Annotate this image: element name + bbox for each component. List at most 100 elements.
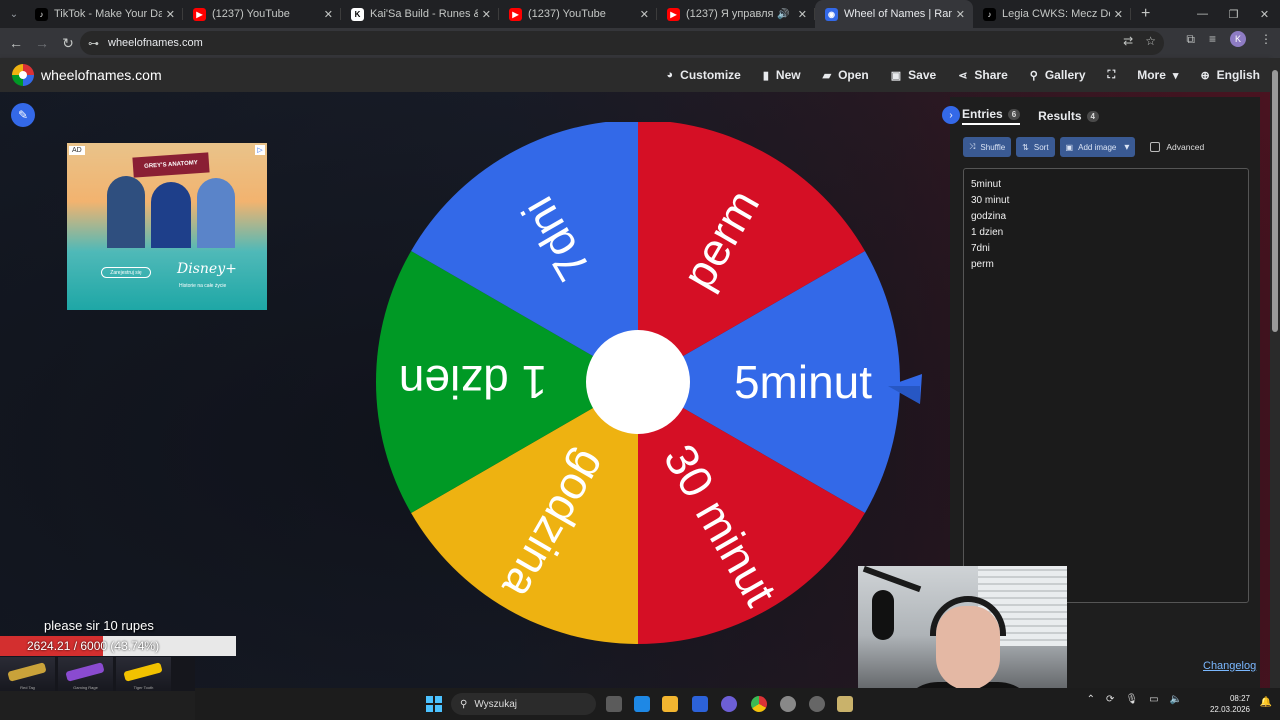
advanced-label: Advanced <box>1166 142 1205 152</box>
maximize-icon[interactable]: ❐ <box>1218 0 1249 28</box>
menu-item-english[interactable]: ⊕ English <box>1200 68 1260 82</box>
site-brand[interactable]: wheelofnames.com <box>41 67 162 83</box>
mic-icon[interactable]: 🎙 <box>1125 694 1138 705</box>
chevron-up-icon[interactable]: ⌃ <box>1087 694 1095 705</box>
notification-bell-icon[interactable]: 🔔 <box>1260 697 1272 708</box>
ad-cta-button[interactable]: Zarejestruj się <box>101 267 151 278</box>
ad-person <box>197 178 235 248</box>
tab-title: (1237) Я управлял бандой фа <box>686 8 774 20</box>
reload-icon[interactable]: ↻ <box>56 31 80 55</box>
volume-icon[interactable]: 🔈 <box>1170 694 1182 705</box>
tab-entries[interactable]: Entries 6 <box>962 107 1021 125</box>
menu-item-fullscreen[interactable]: ⛶ <box>1108 69 1116 82</box>
back-icon[interactable]: ← <box>4 31 28 55</box>
browser-tab[interactable]: K Kai'Sa Build - Runes & Items P ✕ <box>341 0 499 28</box>
tab-title: (1237) YouTube <box>528 8 606 20</box>
search-icon: ⚲ <box>460 698 468 710</box>
clock[interactable]: 08:27 22.03.2026 <box>1210 693 1250 715</box>
weapon-skin <box>123 662 163 682</box>
discord-icon[interactable] <box>721 696 737 712</box>
page-scrollbar[interactable] <box>1270 58 1280 688</box>
advertisement[interactable]: AD ▷ GREY'S ANATOMY Zarejestruj się Disn… <box>67 143 267 310</box>
advanced-checkbox[interactable]: Advanced <box>1150 142 1204 152</box>
translate-icon[interactable]: ⇄ <box>1123 34 1133 48</box>
browser-menu-icon[interactable]: ⋮ <box>1260 32 1272 46</box>
collapse-panel-button[interactable]: › <box>942 106 960 124</box>
browser-tab[interactable]: ▶ (1237) Я управлял бандой фа🔊 ✕ <box>657 0 815 28</box>
shuffle-button[interactable]: ⤨ Shuffle <box>963 137 1012 157</box>
sort-button[interactable]: ⇅ Sort <box>1016 137 1055 157</box>
bookmark-star-icon[interactable]: ☆ <box>1145 34 1156 48</box>
changelog-link[interactable]: Changelog <box>1203 660 1256 672</box>
menu-item-customize[interactable]: ◕ Customize <box>667 68 741 82</box>
network-icon[interactable]: ▭ <box>1149 694 1158 705</box>
menu-item-share[interactable]: ⋖ Share <box>958 68 1008 82</box>
ad-label: AD <box>69 146 85 155</box>
tab-close-icon[interactable]: ✕ <box>1114 8 1123 21</box>
address-bar[interactable]: ⊶ wheelofnames.com ⇄ ☆ <box>80 31 1164 55</box>
app-icon[interactable] <box>809 696 825 712</box>
site-info-icon[interactable]: ⊶ <box>88 37 99 50</box>
skin-card: Red Tag <box>0 657 55 691</box>
menu-item-more[interactable]: More ▾ <box>1137 68 1178 82</box>
forward-icon[interactable]: → <box>30 31 54 55</box>
entry-line: perm <box>971 259 994 270</box>
tab-close-icon[interactable]: ✕ <box>956 8 965 21</box>
skin-name: Red Tag <box>20 685 35 690</box>
chrome-icon[interactable] <box>751 696 767 712</box>
skin-card: Gaming Rage <box>58 657 113 691</box>
browser-tab[interactable]: ♪ TikTok - Make Your Day ✕ <box>25 0 183 28</box>
tab-title: Kai'Sa Build - Runes & Items P <box>370 8 478 20</box>
checkbox-box[interactable] <box>1150 142 1161 152</box>
tab-results[interactable]: Results 4 <box>1038 107 1099 125</box>
task-view-icon[interactable] <box>606 696 622 712</box>
sync-icon[interactable]: ⟳ <box>1106 694 1114 705</box>
ad-brand: Disney+ <box>177 261 237 277</box>
tab-search-icon[interactable]: ⌄ <box>3 3 25 25</box>
menu-item-gallery[interactable]: ⚲ Gallery <box>1030 68 1086 82</box>
app-icon[interactable] <box>780 696 796 712</box>
edit-pencil-button[interactable]: ✎ <box>11 103 35 127</box>
menu-item-new[interactable]: ▮ New <box>763 68 801 82</box>
wheel-svg[interactable]: 5minut30 minutgodzina1 dzien7dni perm <box>370 120 910 662</box>
wheel-logo-icon[interactable] <box>12 64 34 86</box>
add-image-button[interactable]: ▣ Add image ▾ <box>1059 137 1136 157</box>
menu-item-save[interactable]: ▣ Save <box>891 68 936 82</box>
taskbar-search[interactable]: ⚲ Wyszukaj <box>451 693 596 715</box>
browser-tab[interactable]: ▶ (1237) YouTube ✕ <box>183 0 341 28</box>
main-area: ✎ AD ▷ GREY'S ANATOMY Zarejestruj się Di… <box>0 92 1270 688</box>
tab-close-icon[interactable]: ✕ <box>166 8 175 21</box>
extensions-icon[interactable]: ⧉ <box>1186 32 1195 47</box>
media-icon[interactable]: ≡ <box>1209 32 1216 46</box>
wheel[interactable]: 5minut 30 minut godzina 1 dzien 7dni perm <box>370 120 910 662</box>
profile-avatar[interactable]: K <box>1230 31 1246 47</box>
minimize-icon[interactable]: — <box>1187 0 1218 28</box>
tab-close-icon[interactable]: ✕ <box>482 8 491 21</box>
globe-icon: ⊕ <box>1200 69 1210 82</box>
site-menu: ◕ Customize ▮ New ▰ Open ▣ Save ⋖ Share ⚲ Gallery ⛶ M… <box>667 58 1260 92</box>
wheel-center-hub[interactable] <box>586 330 690 434</box>
ad-choices-icon[interactable]: ▷ <box>255 145 265 155</box>
browser-tab[interactable]: ◉ Wheel of Names | Random ✕ <box>815 0 973 28</box>
file-explorer-icon[interactable] <box>662 696 678 712</box>
tab-close-icon[interactable]: ✕ <box>798 8 807 21</box>
app-icon[interactable] <box>837 696 853 712</box>
entries-textarea[interactable]: 5minut 30 minut godzina 1 dzien 7dni perm <box>963 168 1249 603</box>
tab-title: (1237) YouTube <box>212 8 290 20</box>
close-window-icon[interactable]: ✕ <box>1249 0 1280 28</box>
browser-tab[interactable]: ♪ Legia CWKS: Mecz Derbowy i P ✕ <box>973 0 1131 28</box>
store-icon[interactable] <box>692 696 708 712</box>
new-file-icon: ▮ <box>762 69 769 82</box>
tab-audio-icon[interactable]: 🔊 <box>777 9 789 20</box>
windows-start-icon[interactable] <box>426 696 442 712</box>
shuffle-label: Shuffle <box>980 142 1006 152</box>
menu-item-open[interactable]: ▰ Open <box>823 68 869 82</box>
system-tray: ⌃ ⟳ 🎙 ▭ 🔈 <box>1087 694 1182 705</box>
tab-close-icon[interactable]: ✕ <box>324 8 333 21</box>
new-tab-button[interactable]: + <box>1141 5 1150 23</box>
menu-item-label: Open <box>838 68 869 82</box>
outlook-icon[interactable] <box>634 696 650 712</box>
tab-close-icon[interactable]: ✕ <box>640 8 649 21</box>
scrollbar-thumb[interactable] <box>1272 70 1278 332</box>
browser-tab[interactable]: ▶ (1237) YouTube ✕ <box>499 0 657 28</box>
